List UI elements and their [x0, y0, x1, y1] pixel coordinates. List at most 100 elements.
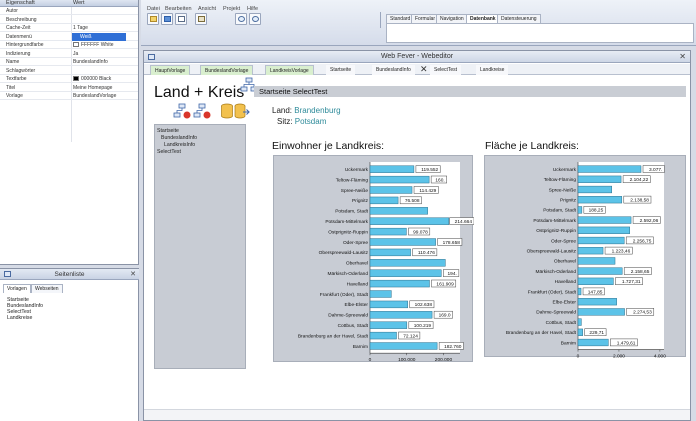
tab-selecttest[interactable]: SelectTest: [430, 65, 462, 75]
save-button[interactable]: [175, 13, 187, 25]
editor-title: Web Fever - Webeditor: [380, 53, 454, 60]
property-value[interactable]: 1 Tage: [73, 24, 88, 32]
tab-landkreisvorlage[interactable]: LandkreisVorlage: [265, 65, 314, 75]
data-label: 2.158,65: [631, 269, 650, 275]
horizontal-scrollbar[interactable]: [144, 409, 690, 420]
property-row[interactable]: Textfarbe 000000 Black: [0, 75, 138, 83]
nav-item-landkreisinfo[interactable]: LandkreisInfo: [164, 142, 195, 148]
bar: [369, 300, 408, 309]
property-value[interactable]: Meine Homepage: [73, 84, 112, 92]
window-icon: [164, 16, 171, 22]
tab-landkreise[interactable]: Landkreise: [476, 65, 509, 75]
nav-item-startseite[interactable]: Startseite: [157, 128, 179, 134]
new-page-button[interactable]: [147, 13, 159, 25]
preview-button[interactable]: [195, 13, 207, 25]
nav-item-selecttest[interactable]: SelectTest: [157, 149, 181, 155]
tab-formular[interactable]: Formular: [411, 14, 440, 23]
property-value[interactable]: 000000 Black: [81, 75, 111, 83]
data-label: 1.727,31: [622, 279, 641, 285]
category-label: Frankfurt (Oder), Stadt: [528, 289, 577, 295]
page-list-item[interactable]: Landkreise: [7, 315, 32, 321]
breadcrumb[interactable]: Startseite SelectTest: [259, 86, 327, 97]
database-export-icon[interactable]: [234, 103, 250, 119]
tab-bundeslandvorlage[interactable]: BundeslandVorlage: [200, 65, 254, 75]
close-icon[interactable]: ✕: [679, 51, 686, 63]
tab-vorlagen[interactable]: Vorlagen: [3, 284, 31, 293]
property-row[interactable]: Cache-Zeit 1 Tage: [0, 24, 138, 32]
bar: [369, 165, 415, 173]
category-label: Teltow-Fläming: [336, 177, 369, 183]
category-label: Oberspreewald-Lausitz: [319, 250, 369, 256]
data-label: 188,25: [589, 208, 604, 214]
bar: [577, 216, 632, 224]
bar: [369, 227, 407, 236]
category-label: Potsdam, Stadt: [543, 208, 576, 214]
bar: [369, 321, 408, 329]
property-row[interactable]: Autor: [0, 7, 138, 15]
properties-panel: Eigenschaft Wert Autor Beschreibung Cache-…: [0, 0, 139, 265]
close-icon[interactable]: ✕: [130, 269, 136, 280]
land-label: Land:: [272, 106, 293, 115]
database-icon[interactable]: [220, 103, 234, 119]
property-value[interactable]: Weiß: [72, 32, 126, 41]
data-label: 119.552: [421, 167, 438, 173]
nav-item-bundeslandinfo[interactable]: BundeslandInfo: [161, 135, 197, 141]
property-row[interactable]: Beschreibung: [0, 16, 138, 24]
data-label: 114.429: [419, 188, 436, 194]
menu-hilfe[interactable]: Hilfe: [247, 6, 258, 12]
data-label: 3.077.: [649, 167, 662, 173]
x-tick-label: 4.000: [654, 354, 666, 358]
property-row[interactable]: Indizierung Ja: [0, 50, 138, 58]
menu-projekt[interactable]: Projekt: [223, 6, 240, 12]
property-row[interactable]: Hintergrundfarbe FFFFFF White: [0, 41, 138, 49]
category-label: Prignitz: [352, 198, 369, 204]
category-label: Oberhavel: [554, 259, 576, 265]
property-value[interactable]: BundeslandInfo: [73, 58, 108, 66]
category-label: Uckermark: [553, 167, 577, 173]
category-label: Cottbus, Stadt: [338, 323, 369, 329]
sitemap-remove-icon[interactable]: [173, 103, 191, 119]
property-value[interactable]: FFFFFF White: [81, 41, 114, 49]
x-tick-label: 200.000: [435, 357, 453, 363]
data-label: 147,85: [588, 289, 603, 295]
magnifier-plus-icon: [238, 16, 245, 22]
property-row[interactable]: Name BundeslandInfo: [0, 58, 138, 66]
sitz-value: Potsdam: [294, 117, 327, 126]
property-row[interactable]: Titel Meine Homepage: [0, 84, 138, 92]
menu-ansicht[interactable]: Ansicht: [198, 6, 216, 12]
tab-bundeslandinfo[interactable]: BundeslandInfo: [372, 65, 415, 75]
zoom-in-button[interactable]: [235, 13, 247, 25]
property-row[interactable]: Datenmenü Weiß: [0, 32, 138, 41]
color-swatch[interactable]: [73, 42, 79, 47]
menu-bearbeiten[interactable]: Bearbeiten: [165, 6, 192, 12]
property-name-header: Eigenschaft: [6, 0, 35, 6]
tab-datensteuerung[interactable]: Datensteuerung: [497, 14, 541, 23]
data-label: 160.: [435, 177, 444, 183]
menu-datei[interactable]: Datei: [147, 6, 160, 12]
close-tab-icon[interactable]: ✕: [420, 64, 428, 75]
property-key: Titel: [6, 84, 16, 91]
property-row[interactable]: Schlagwörter: [0, 67, 138, 75]
x-tick-label: 100.000: [398, 357, 416, 363]
bar: [577, 175, 622, 183]
tab-datenbank[interactable]: Datenbank: [466, 14, 500, 23]
x-tick-label: 0: [369, 357, 372, 363]
x-tick-label: 2.000: [613, 354, 625, 358]
sitemap-remove-icon[interactable]: [193, 103, 211, 119]
bar: [369, 331, 397, 340]
tab-webseiten[interactable]: Webseiten: [31, 284, 63, 293]
color-swatch[interactable]: [73, 76, 79, 81]
tab-hauptvorlage[interactable]: HauptVorlage: [150, 65, 191, 75]
open-button[interactable]: [161, 13, 173, 25]
property-key: Vorlage: [6, 93, 23, 99]
property-row[interactable]: Vorlage BundeslandVorlage: [0, 92, 138, 100]
property-value[interactable]: BundeslandVorlage: [73, 92, 116, 100]
breadcrumb-bar: Startseite SelectTest: [254, 86, 686, 97]
data-label: 169.0: [439, 313, 451, 319]
tab-navigation[interactable]: Navigation: [436, 14, 468, 23]
zoom-out-button[interactable]: [249, 13, 261, 25]
data-label: 161.909: [436, 281, 454, 287]
tab-startseite[interactable]: Startseite: [326, 65, 356, 75]
property-value[interactable]: Ja: [73, 50, 78, 58]
window-edge: [691, 50, 696, 421]
